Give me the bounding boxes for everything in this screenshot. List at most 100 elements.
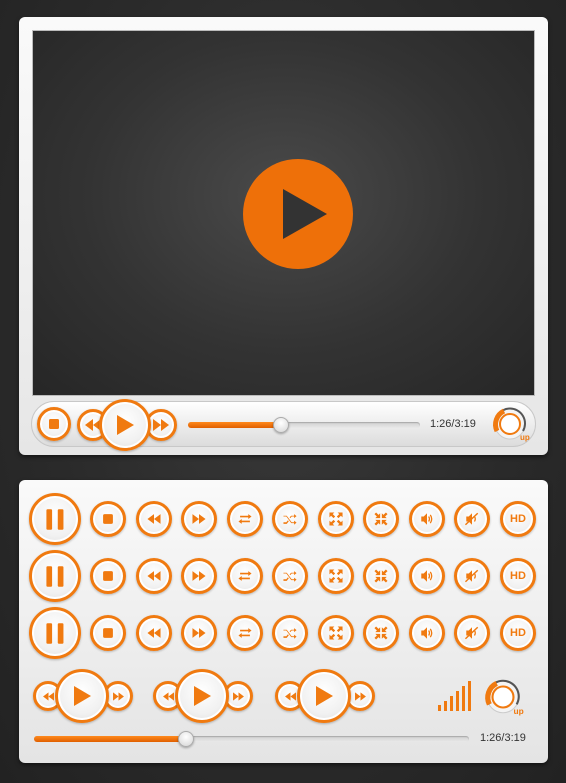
fast-forward-icon: [232, 691, 244, 701]
hd-button[interactable]: HD: [500, 558, 536, 594]
mute-icon: [464, 512, 479, 526]
rewind-icon: [42, 691, 54, 701]
exit-fullscreen-button[interactable]: [363, 615, 399, 651]
progress-slider[interactable]: [188, 417, 420, 433]
exit-fullscreen-button[interactable]: [363, 501, 399, 537]
play-icon: [283, 189, 327, 239]
big-play-button[interactable]: [243, 159, 353, 269]
repeat-icon: [238, 571, 252, 581]
pause-button[interactable]: [29, 550, 81, 602]
exit-fullscreen-icon: [374, 569, 388, 583]
volume-knob[interactable]: up: [490, 404, 530, 444]
progress-handle[interactable]: [272, 417, 289, 433]
hd-label: HD: [510, 627, 526, 639]
fast-forward-icon: [112, 691, 124, 701]
repeat-icon: [238, 514, 252, 524]
volume-knob-label: up: [514, 706, 524, 716]
fast-forward-icon: [192, 514, 206, 524]
fast-forward-icon: [354, 691, 366, 701]
progress-fill: [34, 736, 187, 742]
fullscreen-icon: [329, 512, 343, 526]
volume-icon: [421, 570, 433, 582]
play-button[interactable]: [175, 669, 229, 723]
fast-forward-icon: [192, 571, 206, 581]
shuffle-icon: [283, 514, 297, 525]
control-bar: 1:26/3:19 up: [31, 399, 536, 451]
mute-icon: [464, 626, 479, 640]
fast-forward-button[interactable]: [181, 558, 217, 594]
progress-fill: [188, 422, 281, 428]
volume-icon: [421, 513, 433, 525]
rewind-button[interactable]: [136, 558, 172, 594]
pause-icon: [45, 565, 63, 587]
repeat-button[interactable]: [227, 558, 263, 594]
volume-level-icon: [438, 681, 471, 711]
progress-slider[interactable]: [34, 731, 469, 747]
mute-button[interactable]: [454, 615, 490, 651]
stop-button[interactable]: [90, 558, 126, 594]
rewind-icon: [147, 514, 161, 524]
time-readout: 1:26/3:19: [480, 732, 526, 744]
play-button[interactable]: [99, 399, 151, 451]
rewind-icon: [162, 691, 174, 701]
shuffle-button[interactable]: [272, 558, 308, 594]
stop-button[interactable]: [90, 615, 126, 651]
repeat-button[interactable]: [227, 501, 263, 537]
rewind-button[interactable]: [136, 501, 172, 537]
fast-forward-button[interactable]: [181, 615, 217, 651]
fast-forward-icon: [192, 628, 206, 638]
rewind-icon: [147, 628, 161, 638]
progress-handle[interactable]: [178, 731, 195, 747]
hd-button[interactable]: HD: [500, 615, 536, 651]
mute-icon: [464, 569, 479, 583]
stop-icon: [103, 514, 113, 524]
time-readout: 1:26/3:19: [430, 418, 476, 430]
play-icon: [316, 686, 333, 706]
fullscreen-button[interactable]: [318, 615, 354, 651]
button-panel: HD HD HD up 1:26/3:19: [19, 480, 548, 763]
exit-fullscreen-icon: [374, 512, 388, 526]
volume-button[interactable]: [409, 558, 445, 594]
exit-fullscreen-button[interactable]: [363, 558, 399, 594]
shuffle-icon: [283, 628, 297, 639]
stop-icon: [103, 628, 113, 638]
fullscreen-button[interactable]: [318, 501, 354, 537]
stop-button[interactable]: [90, 501, 126, 537]
play-button[interactable]: [297, 669, 351, 723]
pause-icon: [45, 508, 63, 530]
mute-button[interactable]: [454, 501, 490, 537]
pause-icon: [45, 622, 63, 644]
fast-forward-icon: [153, 419, 169, 431]
volume-button[interactable]: [409, 501, 445, 537]
video-player: 1:26/3:19 up: [19, 17, 548, 455]
hd-button[interactable]: HD: [500, 501, 536, 537]
shuffle-button[interactable]: [272, 615, 308, 651]
stop-icon: [49, 419, 59, 429]
exit-fullscreen-icon: [374, 626, 388, 640]
volume-knob-label: up: [520, 433, 530, 442]
fullscreen-icon: [329, 626, 343, 640]
play-icon: [194, 686, 211, 706]
hd-label: HD: [510, 513, 526, 525]
rewind-button[interactable]: [136, 615, 172, 651]
hd-label: HD: [510, 570, 526, 582]
fullscreen-icon: [329, 569, 343, 583]
volume-knob[interactable]: up: [482, 676, 524, 718]
rewind-icon: [147, 571, 161, 581]
fast-forward-button[interactable]: [181, 501, 217, 537]
video-screen[interactable]: [32, 30, 535, 396]
volume-icon: [421, 627, 433, 639]
shuffle-icon: [283, 571, 297, 582]
volume-button[interactable]: [409, 615, 445, 651]
pause-button[interactable]: [29, 607, 81, 659]
repeat-button[interactable]: [227, 615, 263, 651]
play-icon: [117, 415, 134, 435]
stop-button[interactable]: [37, 407, 71, 441]
play-button[interactable]: [55, 669, 109, 723]
shuffle-button[interactable]: [272, 501, 308, 537]
rewind-icon: [284, 691, 296, 701]
play-icon: [74, 686, 91, 706]
pause-button[interactable]: [29, 493, 81, 545]
mute-button[interactable]: [454, 558, 490, 594]
fullscreen-button[interactable]: [318, 558, 354, 594]
